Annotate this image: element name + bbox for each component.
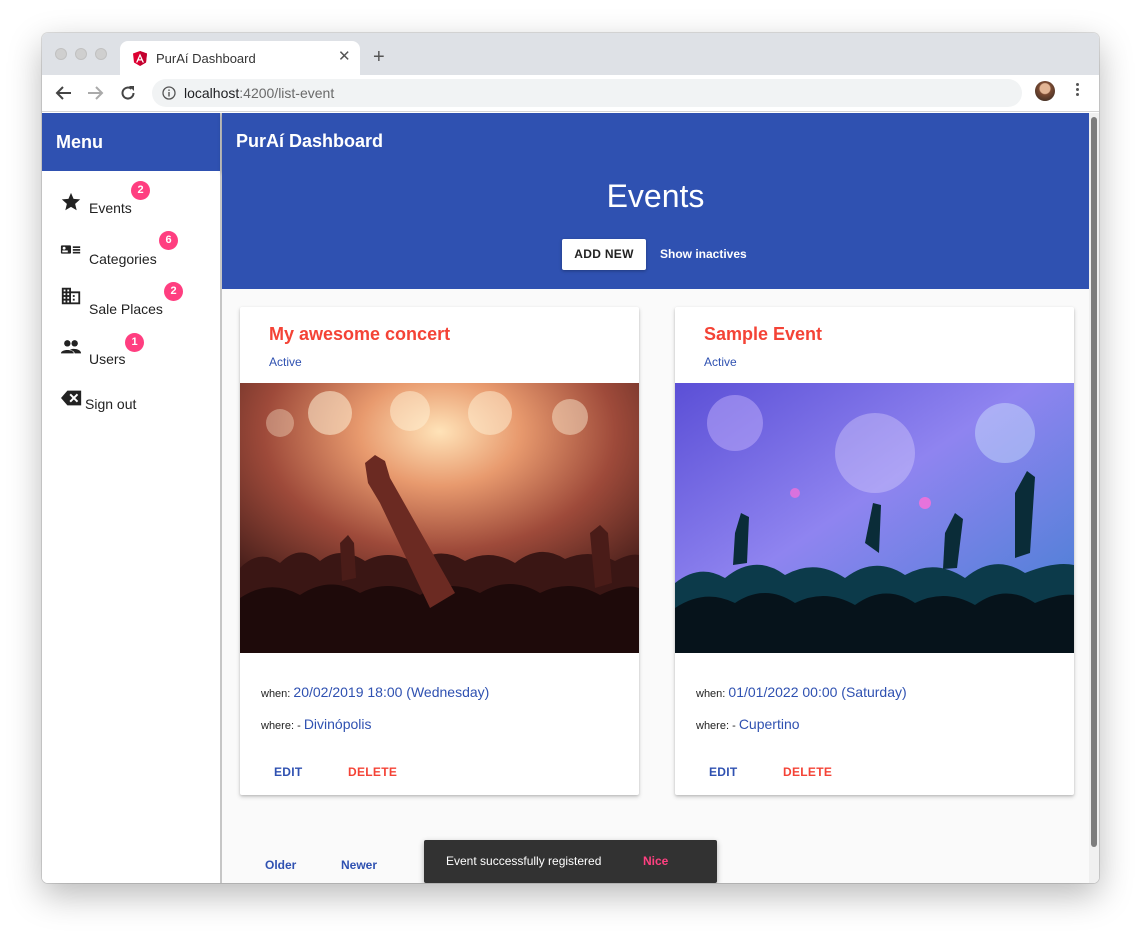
page-title: Events xyxy=(606,178,705,214)
event-status: Active xyxy=(704,355,737,369)
show-inactives-button[interactable]: Show inactives xyxy=(660,247,747,261)
users-count-badge: 1 xyxy=(125,333,144,352)
where-value: Cupertino xyxy=(738,716,800,732)
delete-button[interactable]: DELETE xyxy=(348,765,397,779)
when-value: 01/01/2022 00:00 (Saturday) xyxy=(728,684,907,700)
sidebar-item-label: Events xyxy=(89,200,132,216)
forward-arrow-icon[interactable] xyxy=(86,84,104,102)
app-toolbar: PurAí Dashboard xyxy=(222,113,1089,171)
add-new-button[interactable]: ADD NEW xyxy=(562,239,646,270)
where-label: where: - xyxy=(696,720,736,732)
when-label: when: xyxy=(261,688,291,700)
when-label: when: xyxy=(696,688,726,700)
browser-toolbar: localhost:4200/list-event ☆ xyxy=(42,75,1099,112)
browser-window: PurAí Dashboard ✕ + localhost:4200/list-… xyxy=(42,33,1099,883)
sidebar-item-label: Categories xyxy=(89,251,157,267)
event-title: My awesome concert xyxy=(269,324,451,344)
sidebar-item-label: Sale Places xyxy=(89,301,163,317)
profile-avatar[interactable] xyxy=(1035,81,1055,101)
event-where: where: - Divinópolis xyxy=(261,716,372,732)
scrollbar[interactable] xyxy=(1089,113,1099,883)
info-icon[interactable] xyxy=(162,86,176,100)
sidebar-item-users[interactable]: Users 1 xyxy=(42,333,220,377)
delete-button[interactable]: DELETE xyxy=(783,765,832,779)
where-value: Divinópolis xyxy=(303,716,372,732)
tab-title: PurAí Dashboard xyxy=(156,51,256,66)
browser-menu-icon[interactable] xyxy=(1072,81,1082,101)
sidebar-item-events[interactable]: Events 2 xyxy=(42,181,220,227)
url-path: :4200/list-event xyxy=(239,85,335,101)
sidebar: Menu Events 2 Categories 6 Sale Places 2… xyxy=(42,113,222,883)
scrollbar-thumb[interactable] xyxy=(1091,117,1097,847)
tab-close-icon[interactable]: ✕ xyxy=(338,49,351,64)
event-card: Sample Event Active when: 01/01/2022 00:… xyxy=(675,307,1074,795)
category-card-icon xyxy=(60,245,81,254)
app-title: PurAí Dashboard xyxy=(236,131,384,151)
event-when: when: 20/02/2019 18:00 (Wednesday) xyxy=(261,684,489,700)
star-icon xyxy=(61,192,81,211)
sale-places-count-badge: 2 xyxy=(164,282,183,301)
reload-icon[interactable] xyxy=(119,84,137,102)
back-arrow-icon[interactable] xyxy=(55,84,73,102)
building-icon xyxy=(61,287,81,305)
snackbar-message: Event successfully registered xyxy=(446,854,602,868)
where-label: where: - xyxy=(261,720,301,732)
angular-logo-icon xyxy=(133,51,147,66)
sign-out-label: Sign out xyxy=(85,396,137,412)
tab-strip: PurAí Dashboard ✕ + xyxy=(42,33,1099,75)
sidebar-item-label: Users xyxy=(89,351,126,367)
older-button[interactable]: Older xyxy=(265,858,296,872)
url-text: localhost:4200/list-event xyxy=(184,85,334,101)
event-where: where: - Cupertino xyxy=(696,716,800,732)
event-image xyxy=(675,383,1074,653)
concert-photo xyxy=(240,383,639,653)
edit-button[interactable]: EDIT xyxy=(274,765,303,779)
event-image xyxy=(240,383,639,653)
url-host: localhost xyxy=(184,85,240,101)
maximize-window-button[interactable] xyxy=(95,48,107,60)
event-status: Active xyxy=(269,355,302,369)
backspace-icon xyxy=(61,390,82,406)
events-header: Events ADD NEW Show inactives xyxy=(222,171,1089,289)
when-value: 20/02/2019 18:00 (Wednesday) xyxy=(293,684,490,700)
events-count-badge: 2 xyxy=(131,181,150,200)
snackbar-action-button[interactable]: Nice xyxy=(643,854,668,868)
sign-out-button[interactable]: Sign out xyxy=(42,383,220,427)
sidebar-item-sale-places[interactable]: Sale Places 2 xyxy=(42,282,220,327)
people-icon xyxy=(60,340,82,354)
new-tab-icon[interactable]: + xyxy=(373,47,385,67)
edit-button[interactable]: EDIT xyxy=(709,765,738,779)
main-content: PurAí Dashboard Events ADD NEW Show inac… xyxy=(222,113,1089,883)
close-window-button[interactable] xyxy=(55,48,67,60)
event-when: when: 01/01/2022 00:00 (Saturday) xyxy=(696,684,907,700)
snackbar: Event successfully registered Nice xyxy=(424,840,717,883)
event-title: Sample Event xyxy=(704,324,823,344)
browser-tab[interactable]: PurAí Dashboard ✕ xyxy=(120,41,360,75)
minimize-window-button[interactable] xyxy=(75,48,87,60)
address-bar[interactable]: localhost:4200/list-event ☆ xyxy=(152,79,1022,107)
sidebar-header: Menu xyxy=(42,113,220,171)
newer-button[interactable]: Newer xyxy=(341,858,377,872)
page-viewport: Menu Events 2 Categories 6 Sale Places 2… xyxy=(42,113,1099,883)
party-crowd-photo xyxy=(675,383,1074,653)
categories-count-badge: 6 xyxy=(159,231,178,250)
sidebar-item-categories[interactable]: Categories 6 xyxy=(42,231,220,277)
event-card: My awesome concert Active when: 20/02/20… xyxy=(240,307,639,795)
